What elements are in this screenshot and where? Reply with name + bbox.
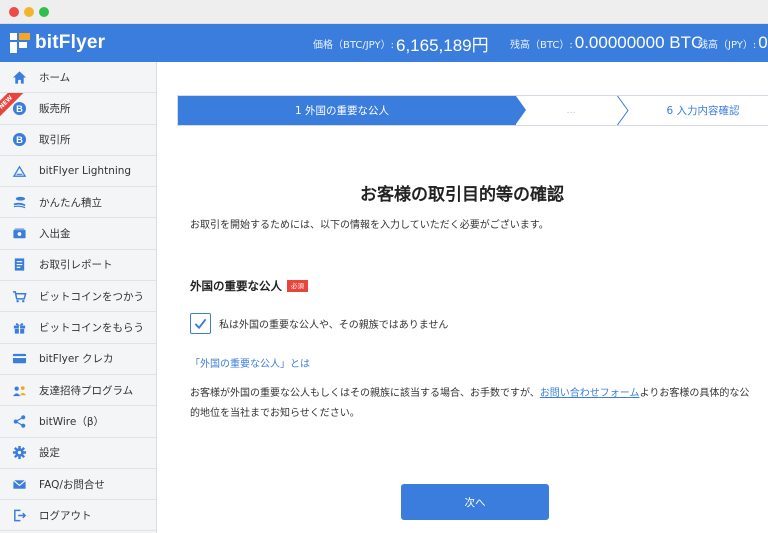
sidebar-item-label: かんたん積立 xyxy=(39,196,102,209)
sidebar-item-home[interactable]: ホーム xyxy=(0,62,156,94)
credit-card-icon xyxy=(12,351,27,366)
section-header: 外国の重要な公人 必須 xyxy=(190,278,308,294)
step-separator-icon xyxy=(616,96,629,125)
sidebar-item-credit-card[interactable]: bitFlyer クレカ xyxy=(0,344,156,375)
sidebar-item-label: ログアウト xyxy=(39,509,92,522)
brand-name: bitFlyer xyxy=(35,32,106,53)
price-value: 6,165,189円 xyxy=(395,35,489,55)
step-current-arrow xyxy=(516,96,526,124)
sidebar-item-savings[interactable]: かんたん積立 xyxy=(0,187,156,219)
sidebar-item-label: お取引レポート xyxy=(39,259,113,272)
sidebar-item-label: ビットコインをつかう xyxy=(39,290,144,303)
sidebar-item-faq[interactable]: FAQ/お問合せ xyxy=(0,469,156,501)
page-title: お客様の取引目的等の確認 xyxy=(360,185,564,205)
sidebar-item-referral[interactable]: 友達招待プログラム xyxy=(0,375,156,407)
checkmark-icon xyxy=(194,318,207,330)
app-header: bitFlyer 価格（BTC/JPY）: 6,165,189円 残高（BTC）… xyxy=(0,24,768,62)
sidebar-item-logout[interactable]: ログアウト xyxy=(0,500,156,532)
contact-form-link[interactable]: お問い合わせフォーム xyxy=(540,388,640,399)
header-btc-balance: 残高（BTC）: 0.00000000 BTC xyxy=(510,24,703,62)
window-minimize-button[interactable] xyxy=(24,7,34,17)
bitcoin-icon: B xyxy=(12,101,27,116)
sidebar-item-lightning[interactable]: bitFlyer Lightning xyxy=(0,156,156,188)
sidebar-item-label: 設定 xyxy=(39,447,60,460)
sidebar-item-label: 友達招待プログラム xyxy=(39,384,134,397)
sidebar-item-label: ホーム xyxy=(39,71,71,84)
gift-icon xyxy=(12,320,27,335)
required-badge: 必須 xyxy=(287,280,308,292)
sidebar-item-label: 販売所 xyxy=(39,102,71,115)
window-maximize-button[interactable] xyxy=(39,7,49,17)
friends-icon xyxy=(12,383,27,398)
header-price: 価格（BTC/JPY）: 6,165,189円 xyxy=(313,24,489,62)
description-text: お客様が外国の重要な公人もしくはその親族に該当する場合、お手数ですが、お問い合わ… xyxy=(190,384,750,424)
brand-logo[interactable]: bitFlyer xyxy=(10,32,105,54)
wallet-icon xyxy=(12,226,27,241)
price-label: 価格（BTC/JPY）: xyxy=(313,39,394,51)
bitflyer-logo-icon xyxy=(10,33,30,53)
lightning-icon xyxy=(12,164,27,179)
coin-stack-icon xyxy=(12,195,27,210)
sidebar-item-label: 取引所 xyxy=(39,134,71,147)
main-content: 1 外国の重要な公人 … 6 入力内容確認 お客様の取引目的等の確認 お取引を開… xyxy=(157,62,768,533)
gear-icon xyxy=(12,445,27,460)
sidebar-item-label: FAQ/お問合せ xyxy=(39,478,105,491)
sidebar-item-exchange[interactable]: B 取引所 xyxy=(0,125,156,156)
pep-checkbox-row[interactable]: 私は外国の重要な公人や、その親族ではありません xyxy=(190,313,448,334)
intro-text: お取引を開始するためには、以下の情報を入力していただく必要がございます。 xyxy=(190,220,549,231)
step-progress: 1 外国の重要な公人 … 6 入力内容確認 xyxy=(177,95,768,126)
sidebar-item-earn-bitcoin[interactable]: ビットコインをもらう xyxy=(0,312,156,344)
jpy-balance-label: 残高（JPY）: xyxy=(698,39,757,51)
sidebar-item-settings[interactable]: 設定 xyxy=(0,438,156,469)
sidebar-item-label: bitFlyer クレカ xyxy=(39,353,114,366)
pep-checkbox-label[interactable]: 私は外国の重要な公人や、その親族ではありません xyxy=(219,316,448,331)
bitcoin-icon: B xyxy=(12,132,27,147)
pep-definition-link[interactable]: 「外国の重要な公人」とは xyxy=(190,355,310,370)
section-title: 外国の重要な公人 xyxy=(190,279,282,293)
svg-text:B: B xyxy=(16,135,23,145)
header-jpy-balance: 残高（JPY）: 0 xyxy=(698,24,768,62)
sidebar-item-use-bitcoin[interactable]: ビットコインをつかう xyxy=(0,281,156,313)
logout-icon xyxy=(12,508,27,523)
sidebar-item-label: bitFlyer Lightning xyxy=(39,165,132,178)
jpy-balance-value: 0 xyxy=(758,33,768,52)
next-button[interactable]: 次へ xyxy=(401,484,549,520)
sidebar-item-exchange-shop[interactable]: NEW B 販売所 xyxy=(0,93,156,125)
step-ellipsis: … xyxy=(566,105,576,116)
window-close-button[interactable] xyxy=(9,7,19,17)
step-final: 6 入力内容確認 xyxy=(666,105,740,117)
btc-balance-label: 残高（BTC）: xyxy=(510,39,573,51)
window-titlebar xyxy=(0,0,768,24)
step-current: 1 外国の重要な公人 xyxy=(178,96,516,125)
btc-balance-value: 0.00000000 BTC xyxy=(574,33,704,52)
svg-text:B: B xyxy=(16,104,23,114)
sidebar: ホーム NEW B 販売所 B 取引所 bitFlyer Lightning か… xyxy=(0,62,157,533)
sidebar-item-report[interactable]: お取引レポート xyxy=(0,250,156,282)
sidebar-item-deposit-withdraw[interactable]: 入出金 xyxy=(0,218,156,250)
share-icon xyxy=(12,414,27,429)
cart-icon xyxy=(12,289,27,304)
home-icon xyxy=(12,70,27,85)
report-icon xyxy=(12,257,27,272)
sidebar-item-bitwire[interactable]: bitWire（β） xyxy=(0,406,156,438)
sidebar-item-label: bitWire（β） xyxy=(39,415,105,428)
mail-icon xyxy=(12,477,27,492)
sidebar-item-label: 入出金 xyxy=(39,228,71,241)
pep-checkbox[interactable] xyxy=(190,313,211,334)
description-before: お客様が外国の重要な公人もしくはその親族に該当する場合、お手数ですが、 xyxy=(190,388,540,399)
sidebar-item-label: ビットコインをもらう xyxy=(39,322,144,335)
